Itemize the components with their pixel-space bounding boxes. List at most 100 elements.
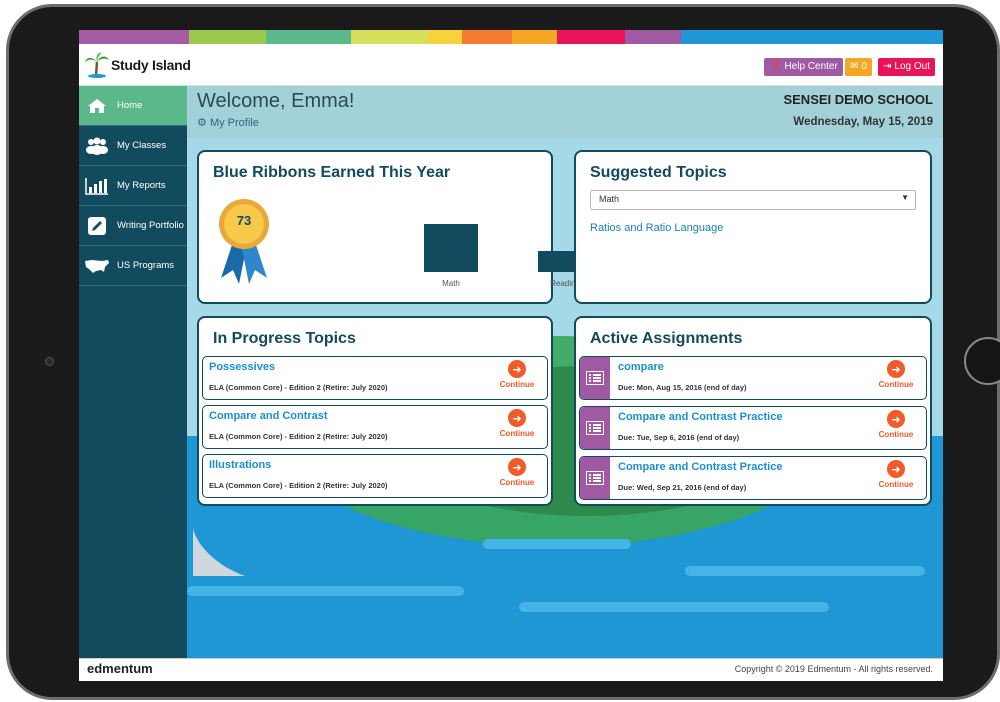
bar-math — [424, 224, 478, 272]
suggested-topic-link[interactable]: Ratios and Ratio Language — [590, 222, 723, 234]
continue-button[interactable]: ➜ Continue — [492, 409, 542, 438]
sidebar-item-label: My Reports — [117, 180, 166, 191]
us-map-icon — [83, 255, 111, 277]
sidebar-nav: Home My Classes My Reports Writing Portf… — [79, 86, 187, 658]
sidebar-item-label: Writing Portfolio — [117, 220, 184, 231]
arrow-right-icon: ➜ — [508, 458, 526, 476]
ribbons-bar-chart: Math Reading — [424, 224, 579, 288]
suggested-topics-panel: Suggested Topics Math ▼ Ratios and Ratio… — [574, 150, 932, 304]
continue-button[interactable]: ➜ Continue — [492, 458, 542, 487]
topic-title[interactable]: Possessives — [209, 361, 275, 373]
ribbon-icon — [219, 199, 269, 284]
copyright-text: Copyright © 2019 Edmentum - All rights r… — [734, 664, 933, 674]
continue-label: Continue — [499, 380, 535, 389]
panel-title: In Progress Topics — [213, 330, 356, 347]
continue-button[interactable]: ➜ Continue — [871, 360, 921, 389]
arrow-right-icon: ➜ — [887, 460, 905, 478]
assignment-title[interactable]: Compare and Contrast Practice — [618, 411, 782, 423]
topic-card[interactable]: Possessives ELA (Common Core) - Edition … — [202, 356, 548, 400]
sidebar-item-writing-portfolio[interactable]: Writing Portfolio — [79, 206, 187, 246]
bar-chart-icon — [83, 175, 111, 197]
log-out-label: Log Out — [894, 61, 930, 72]
topic-subtitle: ELA (Common Core) - Edition 2 (Retire: J… — [209, 481, 388, 490]
question-circle-icon: ❓ — [769, 61, 782, 72]
gear-icon: ⚙ — [197, 117, 207, 129]
continue-label: Continue — [878, 380, 914, 389]
continue-label: Continue — [499, 429, 535, 438]
sidebar-item-label: Home — [117, 100, 143, 111]
sidebar-item-my-reports[interactable]: My Reports — [79, 166, 187, 206]
arrow-right-icon: ➜ — [508, 360, 526, 378]
topic-title[interactable]: Illustrations — [209, 459, 271, 471]
study-island-logo[interactable]: Study Island — [85, 51, 191, 79]
logo-text: Study Island — [111, 57, 191, 73]
main-content: Welcome, Emma! ⚙ My Profile SENSEI DEMO … — [187, 86, 943, 658]
topic-subtitle: ELA (Common Core) - Edition 2 (Retire: J… — [209, 383, 388, 392]
blue-ribbons-panel: Blue Ribbons Earned This Year 73 Math Rea… — [197, 150, 579, 304]
in-progress-panel: In Progress Topics Possessives ELA (Comm… — [197, 316, 553, 506]
sidebar-item-home[interactable]: Home — [79, 86, 187, 126]
messages-count: 0 — [861, 61, 867, 72]
welcome-header: Welcome, Emma! ⚙ My Profile SENSEI DEMO … — [187, 86, 943, 138]
my-profile-link[interactable]: ⚙ My Profile — [197, 116, 259, 129]
home-button[interactable] — [964, 337, 1000, 385]
school-name: SENSEI DEMO SCHOOL — [783, 92, 933, 107]
topic-card[interactable]: Illustrations ELA (Common Core) - Editio… — [202, 454, 548, 498]
sidebar-item-my-classes[interactable]: My Classes — [79, 126, 187, 166]
home-icon — [83, 95, 111, 117]
caret-down-icon: ▼ — [901, 193, 909, 202]
topic-subtitle: ELA (Common Core) - Edition 2 (Retire: J… — [209, 432, 388, 441]
messages-button[interactable]: ✉ 0 — [845, 58, 872, 76]
wave-line — [483, 539, 631, 549]
assignment-card[interactable]: compare Due: Mon, Aug 15, 2016 (end of d… — [579, 356, 927, 400]
assignment-due: Due: Tue, Sep 6, 2016 (end of day) — [618, 433, 740, 442]
assignment-title[interactable]: Compare and Contrast Practice — [618, 461, 782, 473]
continue-button[interactable]: ➜ Continue — [492, 360, 542, 389]
active-assignments-panel: Active Assignments compare Due: Mon, Aug… — [574, 316, 932, 506]
shark-fin-icon — [193, 528, 245, 576]
continue-label: Continue — [878, 430, 914, 439]
edmentum-logo: edmentum — [87, 661, 153, 676]
panel-title: Suggested Topics — [590, 164, 727, 181]
palm-tree-icon — [85, 52, 109, 78]
assignment-card[interactable]: Compare and Contrast Practice Due: Tue, … — [579, 406, 927, 450]
ribbon-total: 73 — [236, 213, 252, 228]
current-date: Wednesday, May 15, 2019 — [793, 116, 933, 128]
camera-icon — [45, 357, 54, 366]
sidebar-item-label: US Programs — [117, 260, 175, 271]
continue-button[interactable]: ➜ Continue — [871, 410, 921, 439]
log-out-button[interactable]: ⇥ Log Out — [878, 58, 935, 76]
footer: edmentum Copyright © 2019 Edmentum - All… — [79, 658, 943, 681]
users-icon — [83, 135, 111, 157]
continue-button[interactable]: ➜ Continue — [871, 460, 921, 489]
wave-line — [519, 602, 829, 612]
list-icon — [580, 457, 610, 499]
app-screen: Study Island ❓ Help Center ✉ 0 ⇥ Log Out… — [79, 30, 943, 681]
arrow-right-icon: ➜ — [508, 409, 526, 427]
top-bar: Study Island ❓ Help Center ✉ 0 ⇥ Log Out — [79, 44, 943, 86]
assignment-title[interactable]: compare — [618, 361, 664, 373]
color-bar — [79, 30, 943, 44]
arrow-right-icon: ➜ — [887, 360, 905, 378]
bar-reading — [538, 251, 579, 272]
panel-title: Active Assignments — [590, 330, 743, 347]
list-icon — [580, 357, 610, 399]
topic-title[interactable]: Compare and Contrast — [209, 410, 328, 422]
subject-select-value: Math — [599, 194, 620, 204]
continue-label: Continue — [878, 480, 914, 489]
topic-card[interactable]: Compare and Contrast ELA (Common Core) -… — [202, 405, 548, 449]
assignment-due: Due: Wed, Sep 21, 2016 (end of day) — [618, 483, 747, 492]
envelope-icon: ✉ — [850, 61, 859, 72]
wave-line — [685, 566, 925, 576]
help-center-button[interactable]: ❓ Help Center — [764, 58, 843, 76]
list-icon — [580, 407, 610, 449]
assignment-card[interactable]: Compare and Contrast Practice Due: Wed, … — [579, 456, 927, 500]
wave-line — [187, 586, 464, 596]
subject-select[interactable]: Math ▼ — [590, 190, 916, 210]
my-profile-label: My Profile — [209, 117, 259, 129]
bar-label-math: Math — [442, 279, 460, 288]
welcome-title: Welcome, Emma! — [197, 90, 355, 112]
assignment-due: Due: Mon, Aug 15, 2016 (end of day) — [618, 383, 747, 392]
sidebar-item-label: My Classes — [117, 140, 167, 151]
sidebar-item-us-programs[interactable]: US Programs — [79, 246, 187, 286]
